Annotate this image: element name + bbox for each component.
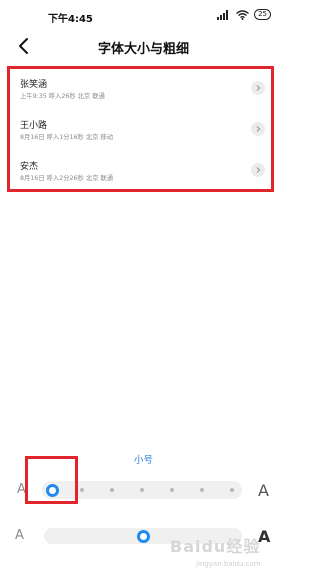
watermark-url: jingyan.baidu.com bbox=[196, 560, 261, 568]
weight-light-glyph: A bbox=[15, 528, 24, 543]
slider-step-dot[interactable] bbox=[140, 488, 144, 492]
list-item[interactable]: 安杰 8月16日 呼入2分26秒 北京 联通 bbox=[10, 153, 271, 193]
slider-step-dot[interactable] bbox=[110, 488, 114, 492]
slider-step-dot[interactable] bbox=[170, 488, 174, 492]
contact-name: 王小路 bbox=[20, 121, 48, 131]
contact-name: 安杰 bbox=[20, 162, 39, 172]
status-time: 下午4:45 bbox=[48, 14, 93, 25]
list-item[interactable]: 张笑涵 上午9:35 呼入26秒 北京 联通 bbox=[10, 71, 271, 111]
status-icons: 25 bbox=[217, 9, 271, 20]
chevron-right-icon bbox=[251, 122, 265, 136]
signal-icon bbox=[217, 9, 229, 20]
call-info: 上午9:35 呼入26秒 北京 联通 bbox=[20, 93, 105, 100]
status-bar: 下午4:45 25 bbox=[0, 0, 287, 32]
contact-name: 张笑涵 bbox=[20, 80, 48, 90]
font-weight-knob[interactable] bbox=[136, 529, 150, 543]
list-item[interactable]: 王小路 8月16日 呼入1分16秒 北京 移动 bbox=[10, 112, 271, 152]
watermark-logo: Baidu经验 bbox=[170, 537, 261, 556]
size-large-glyph: A bbox=[258, 481, 269, 500]
slider-step-dot[interactable] bbox=[200, 488, 204, 492]
slider-step-dot[interactable] bbox=[80, 488, 84, 492]
call-info: 8月16日 呼入2分26秒 北京 联通 bbox=[20, 175, 114, 182]
page-title: 字体大小与粗细 bbox=[97, 42, 189, 57]
battery-icon: 25 bbox=[254, 9, 271, 20]
nav-bar: 字体大小与粗细 bbox=[0, 32, 287, 62]
preview-list: 张笑涵 上午9:35 呼入26秒 北京 联通 王小路 8月16日 呼入1分16秒… bbox=[7, 66, 274, 192]
wifi-icon bbox=[236, 9, 250, 20]
slider-step-dot[interactable] bbox=[230, 488, 234, 492]
call-info: 8月16日 呼入1分16秒 北京 移动 bbox=[20, 134, 114, 141]
chevron-right-icon bbox=[251, 81, 265, 95]
chevron-right-icon bbox=[251, 163, 265, 177]
highlight-box bbox=[25, 456, 78, 504]
